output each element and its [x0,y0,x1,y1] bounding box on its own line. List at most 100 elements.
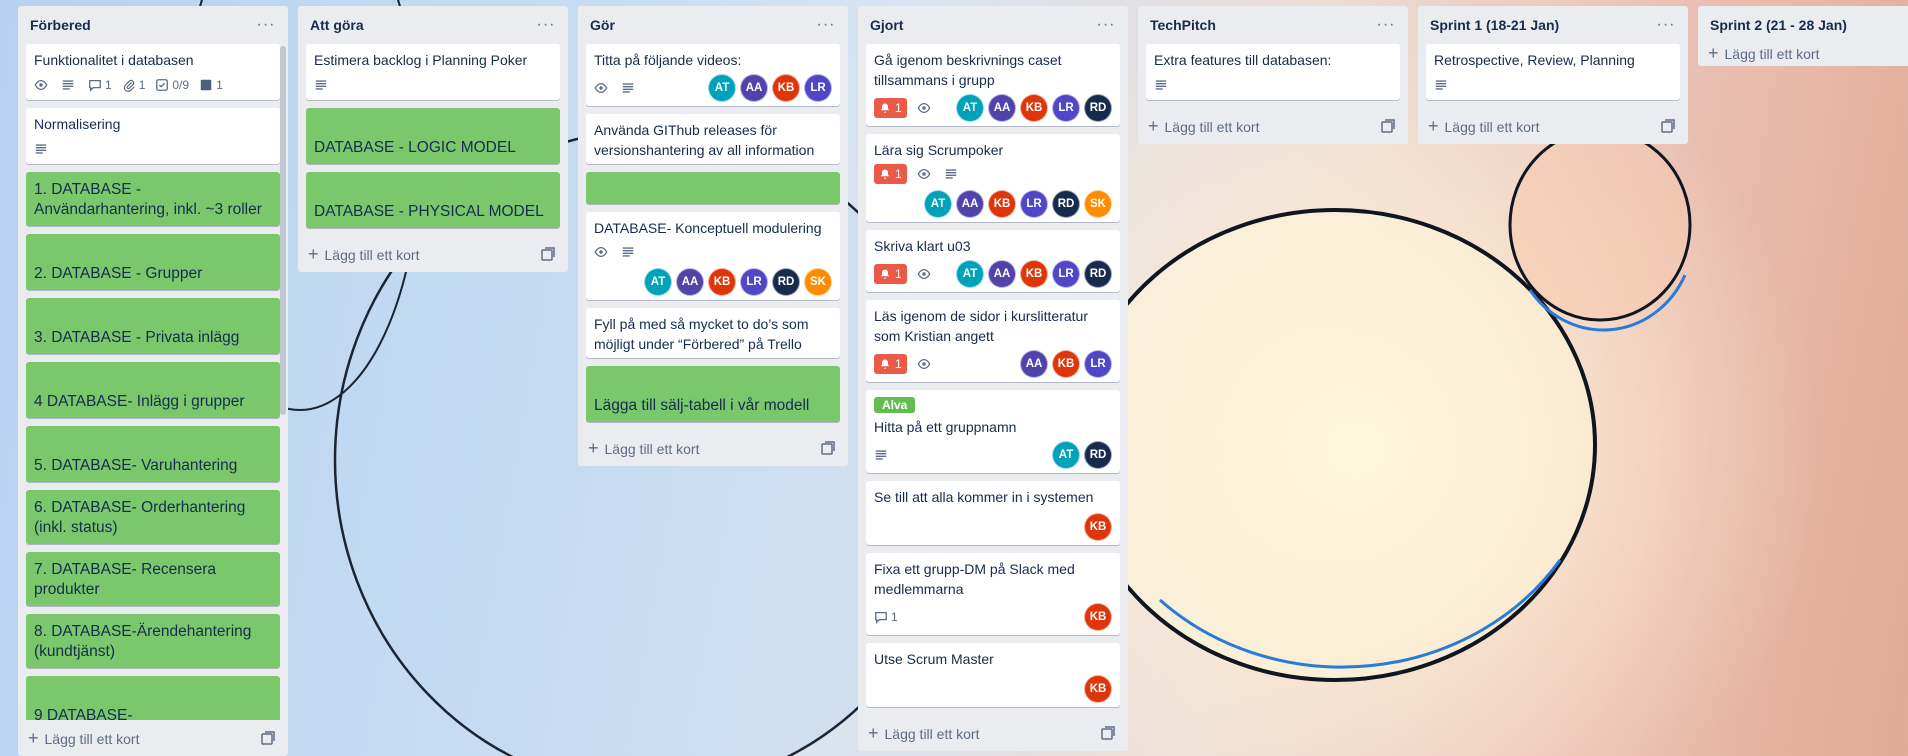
card[interactable]: Läs igenom de sidor i kurslitteratur som… [866,300,1120,382]
member-avatar[interactable]: LR [1084,350,1112,378]
card[interactable]: Utse Scrum Master KB [866,643,1120,707]
list-title[interactable]: Sprint 2 (21 - 28 Jan) [1710,17,1847,33]
member-avatar[interactable]: LR [1052,94,1080,122]
member-avatar[interactable]: KB [1020,94,1048,122]
card[interactable]: 2. DATABASE - Grupper [26,234,280,290]
add-card-label[interactable]: + Lägg till ett kort [28,728,139,749]
add-card-button[interactable]: + Lägg till ett kort [858,715,1128,751]
card[interactable]: DATABASE - PHYSICAL MODEL [306,172,560,228]
add-card-button[interactable]: + Lägg till ett kort [1418,108,1688,144]
card[interactable]: Funktionalitet i databasen 1 1 0/9 1 [26,44,280,100]
card[interactable] [586,172,840,204]
member-avatar[interactable]: KB [1020,260,1048,288]
member-avatar[interactable]: AA [988,94,1016,122]
add-card-text: Lägg till ett kort [324,246,420,263]
card[interactable]: 1. DATABASE - Användarhantering, inkl. ~… [26,172,280,226]
member-avatar[interactable]: KB [1052,350,1080,378]
add-card-button[interactable]: + Lägg till ett kort [1698,40,1908,66]
card[interactable]: Använda GIThub releases för versionshant… [586,114,840,164]
add-card-button[interactable]: + Lägg till ett kort [18,720,288,756]
template-icon[interactable] [1100,725,1116,741]
member-avatar[interactable]: RD [1084,441,1112,469]
member-avatar[interactable]: KB [988,190,1016,218]
card[interactable]: Lära sig Scrumpoker 1 AT AA KB LR RD SK [866,134,1120,222]
add-card-label[interactable]: + Lägg till ett kort [588,438,699,459]
member-avatar[interactable]: AT [956,94,984,122]
member-avatar[interactable]: LR [1020,190,1048,218]
member-avatar[interactable]: LR [740,268,768,296]
more-options-icon[interactable]: ··· [1654,13,1678,37]
card[interactable]: Se till att alla kommer in i systemen KB [866,481,1120,545]
list-title[interactable]: Gör [590,17,615,33]
list-title[interactable]: Förbered [30,17,91,33]
add-card-button[interactable]: + Lägg till ett kort [1138,108,1408,144]
template-icon[interactable] [260,730,276,746]
add-card-label[interactable]: + Lägg till ett kort [1428,116,1539,137]
card[interactable]: Extra features till databasen: [1146,44,1400,100]
card[interactable]: Normalisering [26,108,280,164]
add-card-button[interactable]: + Lägg till ett kort [298,236,568,272]
card[interactable]: Titta på följande videos: AT AA KB LR [586,44,840,106]
card[interactable]: 5. DATABASE- Varuhantering [26,426,280,482]
card[interactable]: 9 DATABASE- [26,676,280,720]
card[interactable]: 3. DATABASE - Privata inlägg [26,298,280,354]
member-avatar[interactable]: KB [1084,513,1112,541]
more-options-icon[interactable]: ··· [254,13,278,37]
add-card-button[interactable]: + Lägg till ett kort [578,430,848,466]
list-title[interactable]: TechPitch [1150,17,1216,33]
card[interactable]: Retrospective, Review, Planning [1426,44,1680,100]
member-avatar[interactable]: SK [804,268,832,296]
more-options-icon[interactable]: ··· [1374,13,1398,37]
template-icon[interactable] [540,246,556,262]
member-avatar[interactable]: LR [804,74,832,102]
add-card-text: Lägg till ett kort [604,440,700,457]
add-card-label[interactable]: + Lägg till ett kort [1148,116,1259,137]
list-scrollbar[interactable] [280,46,286,415]
card[interactable]: Alva Hitta på ett gruppnamn AT RD [866,390,1120,473]
member-avatar[interactable]: RD [1084,94,1112,122]
card[interactable]: DATABASE - LOGIC MODEL [306,108,560,164]
card[interactable]: Fyll på med så mycket to do’s som möjlig… [586,308,840,358]
member-avatar[interactable]: KB [1084,603,1112,631]
member-avatar[interactable]: KB [708,268,736,296]
member-avatar[interactable]: RD [1084,260,1112,288]
member-avatar[interactable]: AA [676,268,704,296]
member-avatar[interactable]: AA [1020,350,1048,378]
member-avatar[interactable]: KB [1084,675,1112,703]
more-options-icon[interactable]: ··· [814,13,838,37]
card[interactable]: Skriva klart u03 1 AT AA KB LR RD [866,230,1120,292]
card[interactable]: Lägga till sälj-tabell i vår modell [586,366,840,422]
member-avatar[interactable]: AA [956,190,984,218]
add-card-label[interactable]: + Lägg till ett kort [868,723,979,744]
list-title[interactable]: Sprint 1 (18-21 Jan) [1430,17,1559,33]
card[interactable]: Estimera backlog i Planning Poker [306,44,560,100]
card[interactable]: DATABASE- Konceptuell modulering AT AA KB LR… [586,212,840,300]
more-options-icon[interactable]: ··· [534,13,558,37]
card[interactable]: Fixa ett grupp-DM på Slack med medlemmar… [866,553,1120,635]
member-avatar[interactable]: AT [956,260,984,288]
member-avatar[interactable]: AA [740,74,768,102]
list-title[interactable]: Gjort [870,17,903,33]
member-avatar[interactable]: AT [644,268,672,296]
more-options-icon[interactable]: ··· [1094,13,1118,37]
template-icon[interactable] [1380,118,1396,134]
member-avatar[interactable]: KB [772,74,800,102]
member-avatar[interactable]: AT [708,74,736,102]
member-avatar[interactable]: RD [772,268,800,296]
card[interactable]: 4 DATABASE- Inlägg i grupper [26,362,280,418]
member-avatar[interactable]: AT [1052,441,1080,469]
member-avatar[interactable]: AA [988,260,1016,288]
list-title[interactable]: Att göra [310,17,364,33]
member-avatar[interactable]: AT [924,190,952,218]
add-card-label[interactable]: + Lägg till ett kort [1708,43,1819,64]
add-card-label[interactable]: + Lägg till ett kort [308,244,419,265]
card[interactable]: 6. DATABASE- Orderhantering (inkl. statu… [26,490,280,544]
member-avatar[interactable]: RD [1052,190,1080,218]
template-icon[interactable] [1660,118,1676,134]
card[interactable]: 7. DATABASE- Recensera produkter [26,552,280,606]
member-avatar[interactable]: SK [1084,190,1112,218]
template-icon[interactable] [820,440,836,456]
card[interactable]: Gå igenom beskrivnings caset tillsammans… [866,44,1120,126]
member-avatar[interactable]: LR [1052,260,1080,288]
card[interactable]: 8. DATABASE-Ärendehantering (kundtjänst) [26,614,280,668]
